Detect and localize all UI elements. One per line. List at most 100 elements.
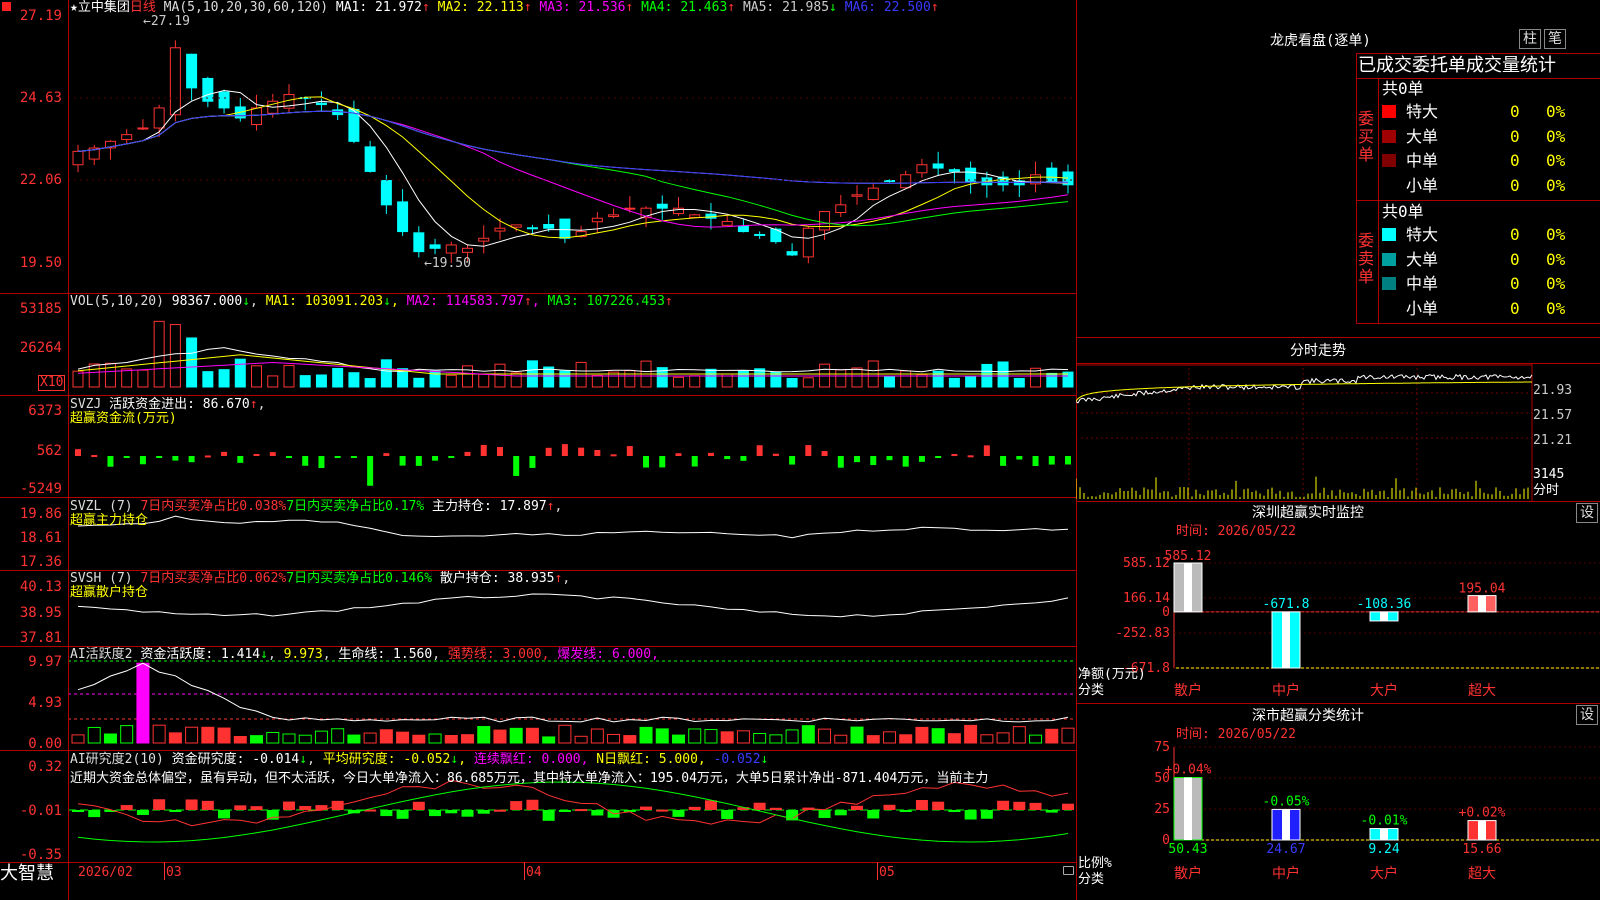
research-bar [834,810,847,816]
activity-bar [996,732,1010,744]
flow-bar [513,456,520,476]
candle [591,217,603,223]
lock-icon[interactable] [1063,866,1074,875]
ma5-readout: MA5: 21.985↓ [742,0,837,15]
flow-bar [707,452,714,456]
y-tick: 0.32 [28,759,62,775]
ma1-readout: MA1: 21.972↑ [335,0,430,15]
order-size-swatch [1382,178,1396,192]
activity-bar [574,735,588,744]
activity-bar [671,734,685,744]
app-brand[interactable]: 大智慧 [0,864,54,884]
activity-bar [87,726,101,744]
candle [624,207,636,210]
candle [883,179,895,182]
volume-bar [802,377,814,388]
flow-bar [659,456,666,468]
flow-bar [870,456,877,466]
activity-bar [866,735,880,744]
candle [462,247,474,253]
order-percent: 0% [1546,298,1566,318]
order-count: 0 [1510,298,1520,318]
bar-value-label: -108.36 [1357,597,1412,612]
candle [478,237,490,242]
flow-bar [415,456,422,466]
flow-bar [578,447,585,456]
activity-bar [688,728,702,744]
research-bar [704,800,717,810]
sz-monitor-ylabel: 净额(万元) [1078,667,1146,682]
activity-bar [120,725,134,744]
activity-bar [607,733,621,744]
volume-bar [883,376,895,388]
sz-class-settings-button[interactable]: 设 [1576,705,1598,725]
research-bar [153,799,166,810]
volume-bar [786,377,798,388]
stock-title[interactable]: ★立中集团 [70,0,130,15]
holding-line [77,515,1069,539]
sz-monitor-settings-button[interactable]: 设 [1576,503,1598,523]
ai-research-header: AI研究度2(10) 资金研究度: -0.014↓, 平均研究度: -0.052… [70,752,769,767]
volume-bar [413,377,425,388]
order-count: 0 [1510,151,1520,170]
flow-bar [172,456,179,461]
research-bar [1013,801,1026,810]
intraday-chart-canvas[interactable] [1076,363,1600,501]
order-size-label: 中单 [1406,274,1439,293]
volume-bar [900,370,912,388]
volume-bar [202,371,214,388]
kline-header: ★立中集团日线 MA(5,10,20,30,60,120) MA1: 21.97… [70,1,939,15]
period-label[interactable]: 日线 [130,0,156,15]
order-percent: 0% [1546,151,1566,170]
activity-bar [493,729,507,744]
volume-bar [315,374,327,388]
candle [672,207,684,215]
ma4-readout: MA4: 21.463↑ [641,0,736,15]
flow-bar [334,456,341,458]
volume-bar [348,372,360,388]
activity-bar [818,728,832,744]
activity-bar [444,735,458,744]
order-size-label: 特大 [1406,102,1439,121]
sz-monitor-title: 深圳超赢实时监控 [1252,505,1364,521]
y-tick: 21.93 [1533,383,1573,398]
activity-bar [947,733,961,744]
volume-bar [332,367,344,388]
activity-bar [525,727,539,744]
bar-highlight [1184,777,1192,840]
y-tick: 9.97 [28,654,62,670]
volume-bar [137,369,149,388]
flow-bar [221,451,228,456]
candle [965,167,977,182]
activity-bar [298,734,312,744]
activity-bar [558,724,572,744]
bar-mode-button[interactable]: 柱 [1519,29,1541,49]
buy-total: 共0单 [1382,79,1424,98]
candle [721,221,733,226]
volume-bar [234,358,246,388]
sz-class-xlabel: 分类 [1078,872,1105,887]
research-bar [1045,810,1058,813]
volume-bar [575,361,587,388]
activity-bar [980,734,994,744]
x-tick: 05 [879,865,895,880]
intraday-chart[interactable] [1076,363,1600,501]
panel-divider [0,395,1076,396]
research-bar [429,810,442,817]
flow-bar [837,456,844,468]
y-tick: 17.36 [19,554,62,570]
flow-bar [724,456,731,460]
order-size-swatch [1382,252,1396,266]
candle [218,91,230,109]
ratio-change-label: +0.02% [1459,806,1506,821]
avg-price-line [1076,381,1532,402]
volume-bar [754,368,766,388]
flow-bar [107,456,114,467]
panel-divider [1356,323,1600,324]
flow-bar [756,445,763,456]
volume-bar [299,375,311,388]
tick-mode-button[interactable]: 笔 [1544,29,1566,49]
candle [754,233,766,236]
activity-bar [623,735,637,744]
activity-bar [964,724,978,744]
